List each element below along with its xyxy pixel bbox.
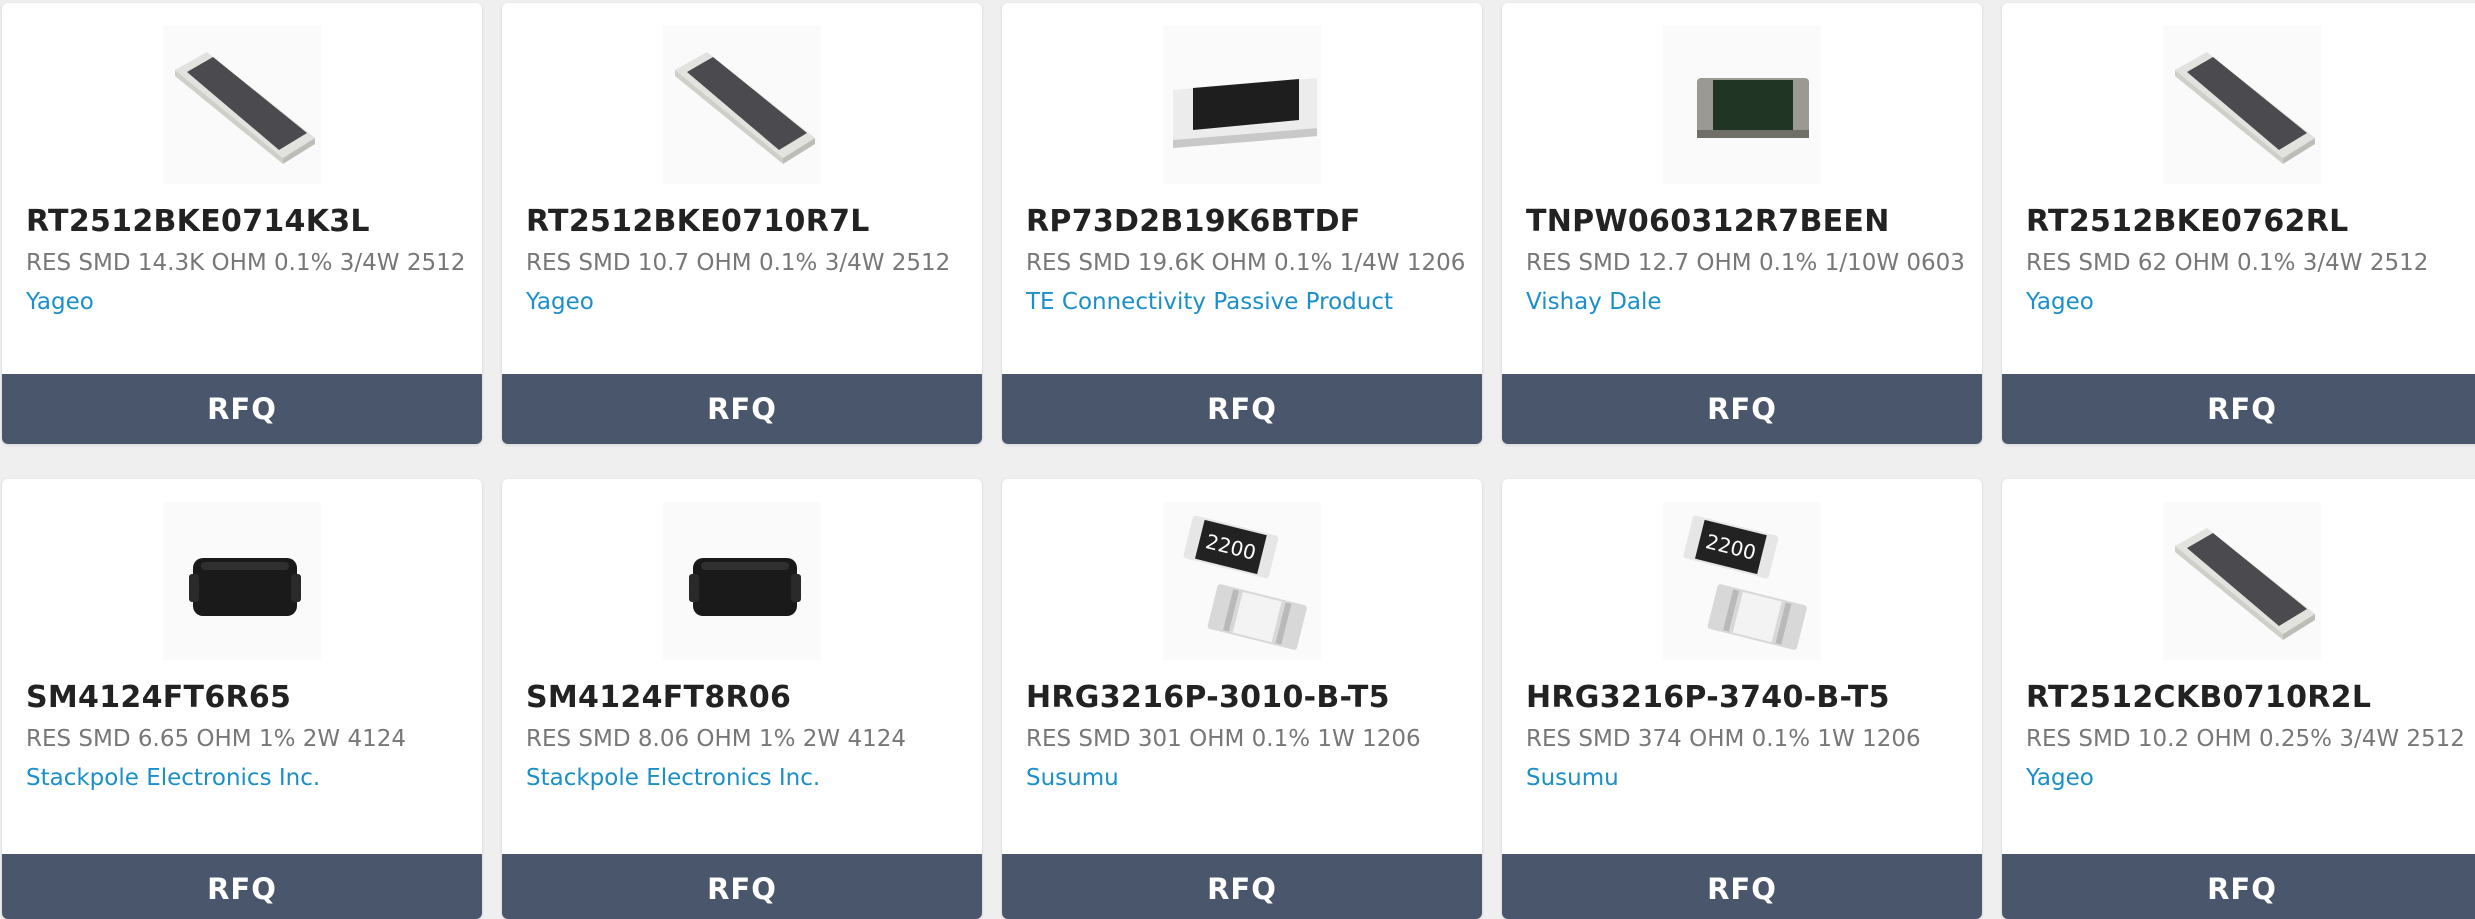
product-image[interactable] [163, 26, 321, 184]
part-number[interactable]: SM4124FT8R06 [526, 680, 791, 715]
part-number[interactable]: RT2512BKE0710R7L [526, 204, 870, 239]
product-image[interactable] [2163, 502, 2321, 660]
part-description: RES SMD 374 OHM 0.1% 1W 1206 [1526, 726, 1921, 752]
molded-resistor-image [689, 558, 801, 616]
part-description: RES SMD 8.06 OHM 1% 2W 4124 [526, 726, 906, 752]
product-image[interactable]: 2200 [1163, 502, 1321, 660]
product-card[interactable]: 2200 HRG3216P-3010-B-T5 RES SMD 301 OHM … [1002, 479, 1482, 919]
marked-chip-resistor-pair-image: 2200 [1183, 515, 1307, 650]
product-image[interactable] [663, 502, 821, 660]
product-card[interactable]: RT2512BKE0710R7L RES SMD 10.7 OHM 0.1% 3… [502, 3, 982, 444]
product-card[interactable]: 2200 HRG3216P-3740-B-T5 RES SMD 374 OHM … [1502, 479, 1982, 919]
product-image[interactable] [1163, 26, 1321, 184]
part-number[interactable]: SM4124FT6R65 [26, 680, 291, 715]
part-number[interactable]: HRG3216P-3010-B-T5 [1026, 680, 1390, 715]
part-number[interactable]: TNPW060312R7BEEN [1526, 204, 1890, 239]
thin-film-chip-resistor-image [2175, 528, 2315, 640]
manufacturer-link[interactable]: Susumu [1526, 765, 1619, 791]
part-description: RES SMD 12.7 OHM 0.1% 1/10W 0603 [1526, 250, 1965, 276]
rfq-button[interactable]: RFQ [2002, 854, 2475, 919]
thin-film-chip-resistor-image [675, 52, 815, 164]
thin-film-chip-resistor-image [2175, 52, 2315, 164]
product-image[interactable] [663, 26, 821, 184]
rfq-button[interactable]: RFQ [1002, 374, 1482, 444]
manufacturer-link[interactable]: Susumu [1026, 765, 1119, 791]
rfq-button[interactable]: RFQ [1502, 374, 1982, 444]
part-description: RES SMD 10.7 OHM 0.1% 3/4W 2512 [526, 250, 951, 276]
rfq-button[interactable]: RFQ [2002, 374, 2475, 444]
black-chip-resistor-image [1173, 78, 1317, 148]
part-number[interactable]: RT2512BKE0762RL [2026, 204, 2349, 239]
molded-resistor-image [189, 558, 301, 616]
rfq-button[interactable]: RFQ [1502, 854, 1982, 919]
product-image[interactable] [1663, 26, 1821, 184]
rfq-button[interactable]: RFQ [2, 374, 482, 444]
marked-chip-resistor-pair-image: 2200 [1683, 515, 1807, 650]
product-card[interactable]: RT2512CKB0710R2L RES SMD 10.2 OHM 0.25% … [2002, 479, 2475, 919]
part-number[interactable]: RT2512BKE0714K3L [26, 204, 370, 239]
part-description: RES SMD 14.3K OHM 0.1% 3/4W 2512 [26, 250, 466, 276]
product-image[interactable]: 2200 [1663, 502, 1821, 660]
manufacturer-link[interactable]: Stackpole Electronics Inc. [526, 765, 820, 791]
rfq-button[interactable]: RFQ [502, 854, 982, 919]
product-image[interactable] [163, 502, 321, 660]
manufacturer-link[interactable]: Yageo [26, 289, 94, 315]
part-description: RES SMD 19.6K OHM 0.1% 1/4W 1206 [1026, 250, 1466, 276]
part-description: RES SMD 301 OHM 0.1% 1W 1206 [1026, 726, 1421, 752]
part-number[interactable]: RT2512CKB0710R2L [2026, 680, 2371, 715]
product-grid: RT2512BKE0714K3L RES SMD 14.3K OHM 0.1% … [0, 0, 2475, 919]
product-card[interactable]: SM4124FT6R65 RES SMD 6.65 OHM 1% 2W 4124… [2, 479, 482, 919]
part-description: RES SMD 6.65 OHM 1% 2W 4124 [26, 726, 406, 752]
product-card[interactable]: RT2512BKE0762RL RES SMD 62 OHM 0.1% 3/4W… [2002, 3, 2475, 444]
part-number[interactable]: HRG3216P-3740-B-T5 [1526, 680, 1890, 715]
rfq-button[interactable]: RFQ [1002, 854, 1482, 919]
part-description: RES SMD 10.2 OHM 0.25% 3/4W 2512 [2026, 726, 2465, 752]
product-image[interactable] [2163, 26, 2321, 184]
manufacturer-link[interactable]: Stackpole Electronics Inc. [26, 765, 320, 791]
manufacturer-link[interactable]: Vishay Dale [1526, 289, 1662, 315]
product-card[interactable]: RT2512BKE0714K3L RES SMD 14.3K OHM 0.1% … [2, 3, 482, 444]
thin-film-chip-resistor-image [175, 52, 315, 164]
manufacturer-link[interactable]: Yageo [526, 289, 594, 315]
rfq-button[interactable]: RFQ [502, 374, 982, 444]
manufacturer-link[interactable]: Yageo [2026, 289, 2094, 315]
part-number[interactable]: RP73D2B19K6BTDF [1026, 204, 1361, 239]
product-card[interactable]: SM4124FT8R06 RES SMD 8.06 OHM 1% 2W 4124… [502, 479, 982, 919]
manufacturer-link[interactable]: Yageo [2026, 765, 2094, 791]
rfq-button[interactable]: RFQ [2, 854, 482, 919]
part-description: RES SMD 62 OHM 0.1% 3/4W 2512 [2026, 250, 2429, 276]
manufacturer-link[interactable]: TE Connectivity Passive Product [1026, 289, 1393, 315]
product-card[interactable]: RP73D2B19K6BTDF RES SMD 19.6K OHM 0.1% 1… [1002, 3, 1482, 444]
product-card[interactable]: TNPW060312R7BEEN RES SMD 12.7 OHM 0.1% 1… [1502, 3, 1982, 444]
green-chip-resistor-image [1697, 78, 1809, 138]
